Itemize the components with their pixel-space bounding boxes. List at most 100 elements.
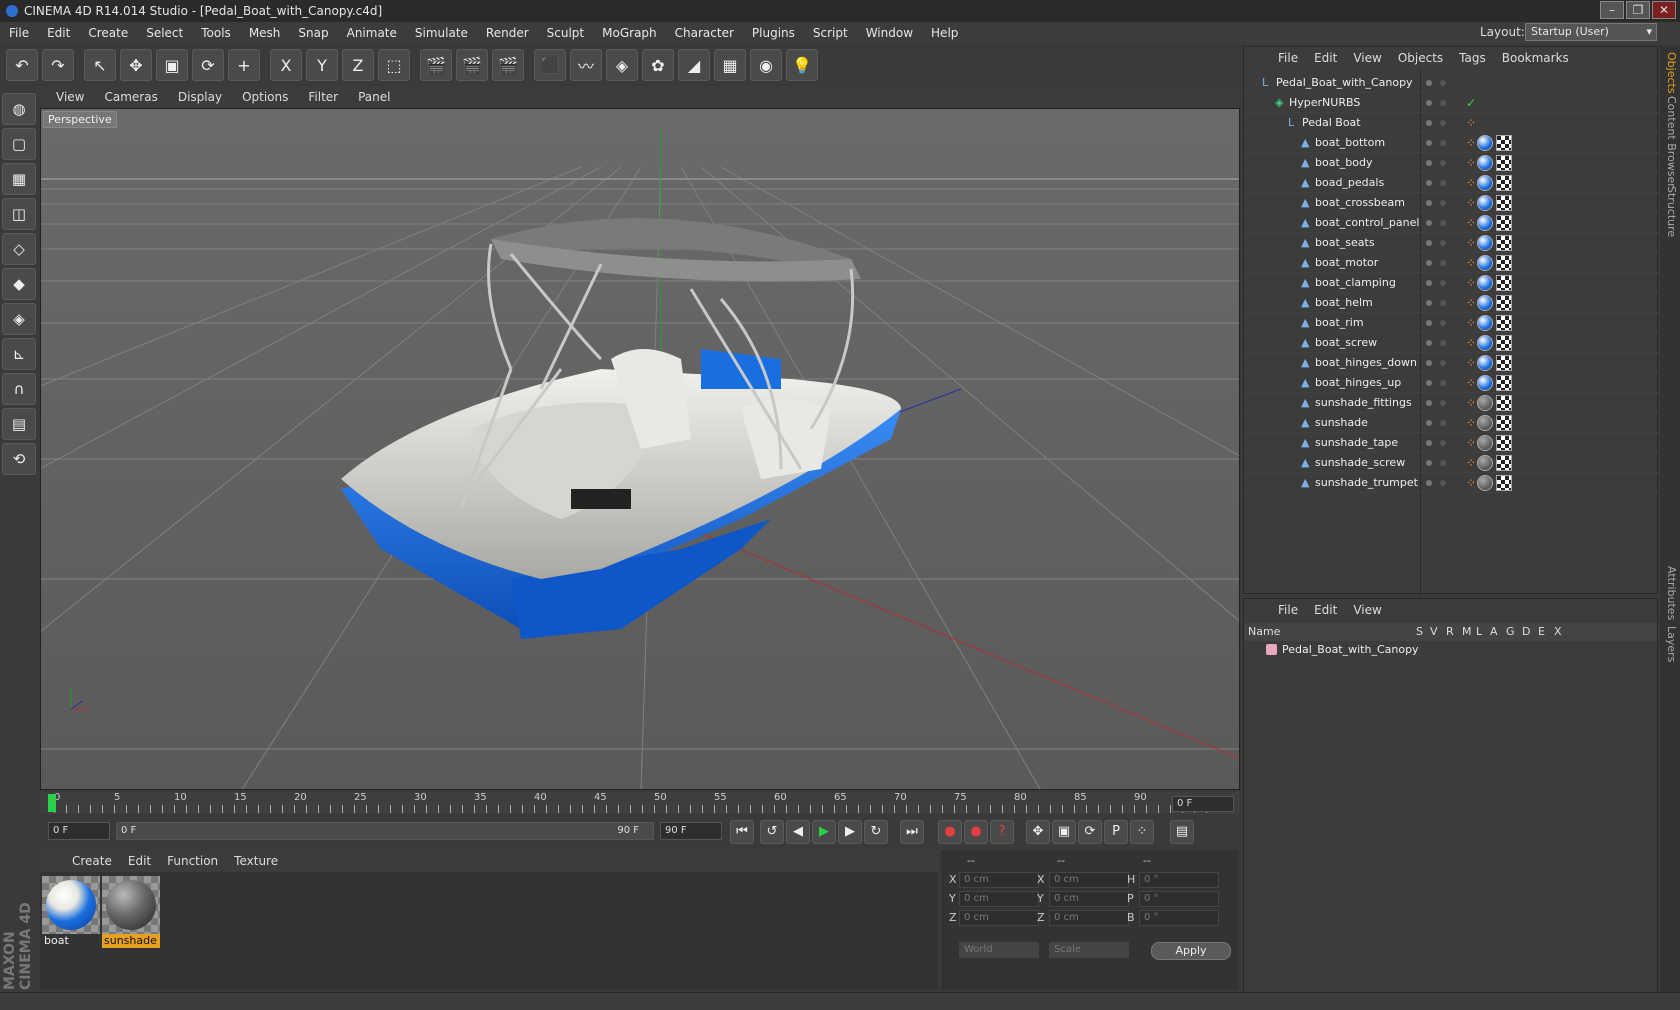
size-mode-select[interactable]: Scale (1049, 942, 1129, 958)
material-tag-icon[interactable] (1477, 315, 1493, 331)
object-row[interactable]: ▲ boat_helm ⁘ (1244, 293, 1659, 313)
render-visibility-dot[interactable] (1440, 180, 1446, 186)
material-tag-icon[interactable] (1477, 395, 1493, 411)
next-frame-button[interactable]: ▶ (838, 820, 862, 844)
object-row[interactable]: ▲ boat_screw ⁘ (1244, 333, 1659, 353)
uvw-tag-icon[interactable] (1496, 235, 1512, 251)
y-axis-button[interactable]: Y (306, 49, 338, 81)
uvw-tag-icon[interactable] (1496, 395, 1512, 411)
light-button[interactable]: 💡 (786, 49, 818, 81)
next-key-button[interactable]: ↻ (864, 820, 888, 844)
phong-tag-icon[interactable]: ⁘ (1466, 455, 1476, 471)
coord-b-field[interactable]: 0 cm (1049, 872, 1129, 888)
snap-magnet-button[interactable]: ∩ (2, 373, 36, 405)
enabled-check-icon[interactable]: ✓ (1466, 95, 1476, 111)
editor-visibility-dot[interactable] (1426, 200, 1432, 206)
material-tag-icon[interactable] (1477, 355, 1493, 371)
go-to-end-button[interactable]: ⏭ (900, 820, 924, 844)
render-visibility-dot[interactable] (1440, 460, 1446, 466)
material-boat[interactable]: boat (42, 876, 100, 948)
object-row[interactable]: ▲ sunshade_trumpet ⁘ (1244, 473, 1659, 493)
add-button[interactable]: + (228, 49, 260, 81)
object-row[interactable]: ▲ sunshade_screw ⁘ (1244, 453, 1659, 473)
uvw-tag-icon[interactable] (1496, 475, 1512, 491)
close-button[interactable]: ✕ (1652, 1, 1676, 19)
material-tag-icon[interactable] (1477, 475, 1493, 491)
editor-visibility-dot[interactable] (1426, 420, 1432, 426)
phong-tag-icon[interactable]: ⁘ (1466, 215, 1476, 231)
spline-button[interactable]: 〰 (570, 49, 602, 81)
object-row[interactable]: ▲ sunshade ⁘ (1244, 413, 1659, 433)
points-mode-button[interactable]: ◇ (2, 233, 36, 265)
object-row[interactable]: ▲ sunshade_fittings ⁘ (1244, 393, 1659, 413)
object-row[interactable]: ▲ boat_motor ⁘ (1244, 253, 1659, 273)
editor-visibility-dot[interactable] (1426, 400, 1432, 406)
render-visibility-dot[interactable] (1440, 120, 1446, 126)
coord-a-field[interactable]: 0 cm (959, 872, 1039, 888)
preview-range-slider[interactable]: 0 F 90 F (116, 822, 654, 840)
render-visibility-dot[interactable] (1440, 340, 1446, 346)
viewport-menu-options[interactable]: Options (232, 90, 298, 104)
phong-tag-icon[interactable]: ⁘ (1466, 355, 1476, 371)
menu-mograph[interactable]: MoGraph (593, 26, 666, 40)
render-visibility-dot[interactable] (1440, 420, 1446, 426)
object-menu-objects[interactable]: Objects (1390, 51, 1451, 65)
material-menu-edit[interactable]: Edit (120, 854, 159, 868)
menu-edit[interactable]: Edit (38, 26, 79, 40)
editor-visibility-dot[interactable] (1426, 180, 1432, 186)
material-tag-icon[interactable] (1477, 175, 1493, 191)
play-button[interactable]: ▶ (812, 820, 836, 844)
editor-visibility-dot[interactable] (1426, 100, 1432, 106)
side-tab-structure[interactable]: Structure (1662, 186, 1678, 237)
object-row[interactable]: ▲ boat_hinges_up ⁘ (1244, 373, 1659, 393)
render-view-button[interactable]: 🎬 (420, 49, 452, 81)
uvw-tag-icon[interactable] (1496, 295, 1512, 311)
coord-c-field[interactable]: 0 ° (1139, 891, 1219, 907)
editor-visibility-dot[interactable] (1426, 380, 1432, 386)
object-menu-bookmarks[interactable]: Bookmarks (1494, 51, 1577, 65)
render-visibility-dot[interactable] (1440, 320, 1446, 326)
viewport-menu-display[interactable]: Display (168, 90, 232, 104)
menu-mesh[interactable]: Mesh (240, 26, 290, 40)
side-tab-attributes[interactable]: Attributes (1662, 566, 1678, 620)
render-visibility-dot[interactable] (1440, 480, 1446, 486)
phong-tag-icon[interactable]: ⁘ (1466, 335, 1476, 351)
coord-b-field[interactable]: 0 cm (1049, 910, 1129, 926)
previous-key-button[interactable]: ↺ (760, 820, 784, 844)
timeline-ruler[interactable]: 0 5 10 15 20 25 30 35 40 45 50 55 60 65 70 75 80 85 90 (40, 792, 1240, 814)
live-select-button[interactable]: ↖ (84, 49, 116, 81)
maximize-button[interactable]: ❐ (1626, 1, 1650, 19)
minimize-button[interactable]: – (1600, 1, 1624, 19)
editor-visibility-dot[interactable] (1426, 260, 1432, 266)
editor-visibility-dot[interactable] (1426, 440, 1432, 446)
material-tag-icon[interactable] (1477, 375, 1493, 391)
editor-visibility-dot[interactable] (1426, 340, 1432, 346)
menu-render[interactable]: Render (477, 26, 538, 40)
menu-window[interactable]: Window (857, 26, 922, 40)
editor-visibility-dot[interactable] (1426, 220, 1432, 226)
uvw-tag-icon[interactable] (1496, 195, 1512, 211)
editor-visibility-dot[interactable] (1426, 460, 1432, 466)
phong-tag-icon[interactable]: ⁘ (1466, 175, 1476, 191)
nurbs-button[interactable]: ◈ (606, 49, 638, 81)
coord-system-select[interactable]: World (959, 942, 1039, 958)
object-row[interactable]: ▲ boat_control_panel ⁘ (1244, 213, 1659, 233)
side-tab-layers[interactable]: Layers (1662, 626, 1678, 662)
editor-visibility-dot[interactable] (1426, 320, 1432, 326)
object-menu-edit[interactable]: Edit (1306, 51, 1345, 65)
array-button[interactable]: ✿ (642, 49, 674, 81)
model-mode-button[interactable]: ▢ (2, 128, 36, 160)
object-row[interactable]: L Pedal_Boat_with_Canopy (1244, 73, 1659, 93)
param-key-button[interactable]: P (1104, 820, 1128, 844)
material-tag-icon[interactable] (1477, 215, 1493, 231)
layer-menu-edit[interactable]: Edit (1306, 603, 1345, 617)
render-visibility-dot[interactable] (1440, 220, 1446, 226)
uvw-tag-icon[interactable] (1496, 415, 1512, 431)
render-region-button[interactable]: 🎬 (456, 49, 488, 81)
viewport-menu-panel[interactable]: Panel (348, 90, 400, 104)
uvw-tag-icon[interactable] (1496, 455, 1512, 471)
phong-tag-icon[interactable]: ⁘ (1466, 195, 1476, 211)
layer-menu-view[interactable]: View (1345, 603, 1389, 617)
start-frame-field[interactable]: 0 F (48, 822, 110, 840)
edges-mode-button[interactable]: ◆ (2, 268, 36, 300)
